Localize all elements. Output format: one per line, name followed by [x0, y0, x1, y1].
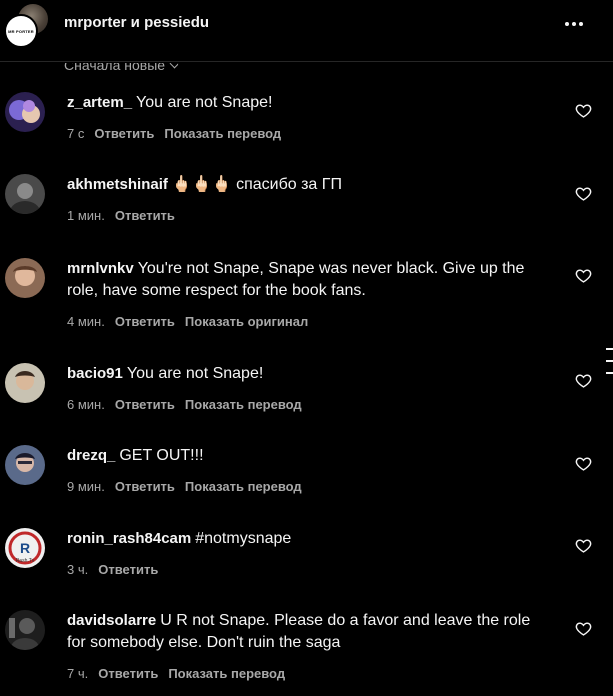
reply-button[interactable]: Ответить: [115, 397, 175, 412]
translate-button[interactable]: Показать перевод: [185, 397, 302, 412]
comment-body: You are not Snape!: [136, 94, 273, 111]
comment-username[interactable]: bacio91: [67, 365, 123, 382]
heart-icon[interactable]: [575, 537, 592, 554]
comment-time: 6 мин.: [67, 397, 105, 412]
reply-button[interactable]: Ответить: [94, 126, 154, 141]
mrporter-avatar: MR PORTER: [4, 14, 38, 48]
comment-username[interactable]: z_artem_: [67, 94, 132, 111]
comment-meta: 9 мин. Ответить Показать перевод: [67, 479, 302, 494]
avatar[interactable]: [5, 174, 45, 214]
comment-body: #notmysnape: [195, 530, 292, 547]
comment-body: You're not Snape, Snape was never black.…: [67, 260, 525, 299]
comment-meta: 7 с Ответить Показать перевод: [67, 126, 281, 141]
comment-username[interactable]: ronin_rash84cam: [67, 530, 191, 547]
comment-body: You are not Snape!: [126, 365, 264, 382]
avatar[interactable]: [5, 363, 45, 403]
header-title[interactable]: mrporter и pessiedu: [64, 14, 209, 31]
avatar-logo-text: Rash.Tv: [16, 558, 35, 564]
heart-icon[interactable]: [575, 455, 592, 472]
heart-icon[interactable]: [575, 102, 592, 119]
comment-meta: 4 мин. Ответить Показать оригинал: [67, 314, 308, 329]
comment-username[interactable]: drezq_: [67, 447, 115, 464]
comment-username[interactable]: mrnlvnkv: [67, 260, 134, 277]
comment-text: ronin_rash84cam #notmysnape: [67, 528, 547, 550]
comment-meta: 3 ч. Ответить: [67, 562, 158, 577]
comment-time: 7 ч.: [67, 666, 89, 681]
translate-button[interactable]: Показать перевод: [168, 666, 285, 681]
comment-text: drezq_ GET OUT!!!: [67, 445, 547, 467]
avatar[interactable]: [5, 92, 45, 132]
heart-icon[interactable]: [575, 620, 592, 637]
comment-text: bacio91 You are not Snape!: [67, 363, 547, 385]
comment-time: 3 ч.: [67, 562, 89, 577]
mrporter-logo-text: MR PORTER: [8, 28, 34, 34]
comment-meta: 1 мин. Ответить: [67, 208, 175, 223]
comment-time: 4 мин.: [67, 314, 105, 329]
reply-button[interactable]: Ответить: [115, 314, 175, 329]
comment-meta: 6 мин. Ответить Показать перевод: [67, 397, 302, 412]
avatar[interactable]: [5, 258, 45, 298]
comment-meta: 7 ч. Ответить Показать перевод: [67, 666, 285, 681]
reply-button[interactable]: Ответить: [98, 666, 158, 681]
svg-text:R: R: [20, 540, 30, 556]
comment-time: 9 мин.: [67, 479, 105, 494]
heart-icon[interactable]: [575, 372, 592, 389]
reply-button[interactable]: Ответить: [115, 208, 175, 223]
chat-header: MR PORTER mrporter и pessiedu: [0, 0, 613, 62]
comment-text: davidsolarre U R not Snape. Please do a f…: [67, 610, 547, 654]
show-original-button[interactable]: Показать оригинал: [185, 314, 308, 329]
comment-body: GET OUT!!!: [119, 447, 204, 464]
comment-username[interactable]: davidsolarre: [67, 612, 156, 629]
comment-time: 1 мин.: [67, 208, 105, 223]
comment-body: 🖕🏻🖕🏻🖕🏻 спасибо за ГП: [171, 176, 342, 193]
heart-icon[interactable]: [575, 185, 592, 202]
comment-time: 7 с: [67, 126, 85, 141]
comment-username[interactable]: akhmetshinaif: [67, 176, 168, 193]
avatar[interactable]: [5, 610, 45, 650]
scrollbar[interactable]: [606, 348, 613, 388]
avatar[interactable]: R Rash.Tv: [5, 528, 45, 568]
comment-text: akhmetshinaif 🖕🏻🖕🏻🖕🏻 спасибо за ГП: [67, 174, 547, 196]
heart-icon[interactable]: [575, 267, 592, 284]
more-horizontal-icon[interactable]: [560, 12, 588, 36]
reply-button[interactable]: Ответить: [98, 562, 158, 577]
reply-button[interactable]: Ответить: [115, 479, 175, 494]
translate-button[interactable]: Показать перевод: [164, 126, 281, 141]
comment-text: z_artem_ You are not Snape!: [67, 92, 547, 114]
translate-button[interactable]: Показать перевод: [185, 479, 302, 494]
group-avatars[interactable]: MR PORTER: [4, 4, 50, 50]
avatar[interactable]: [5, 445, 45, 485]
comment-text: mrnlvnkv You're not Snape, Snape was neve…: [67, 258, 547, 302]
